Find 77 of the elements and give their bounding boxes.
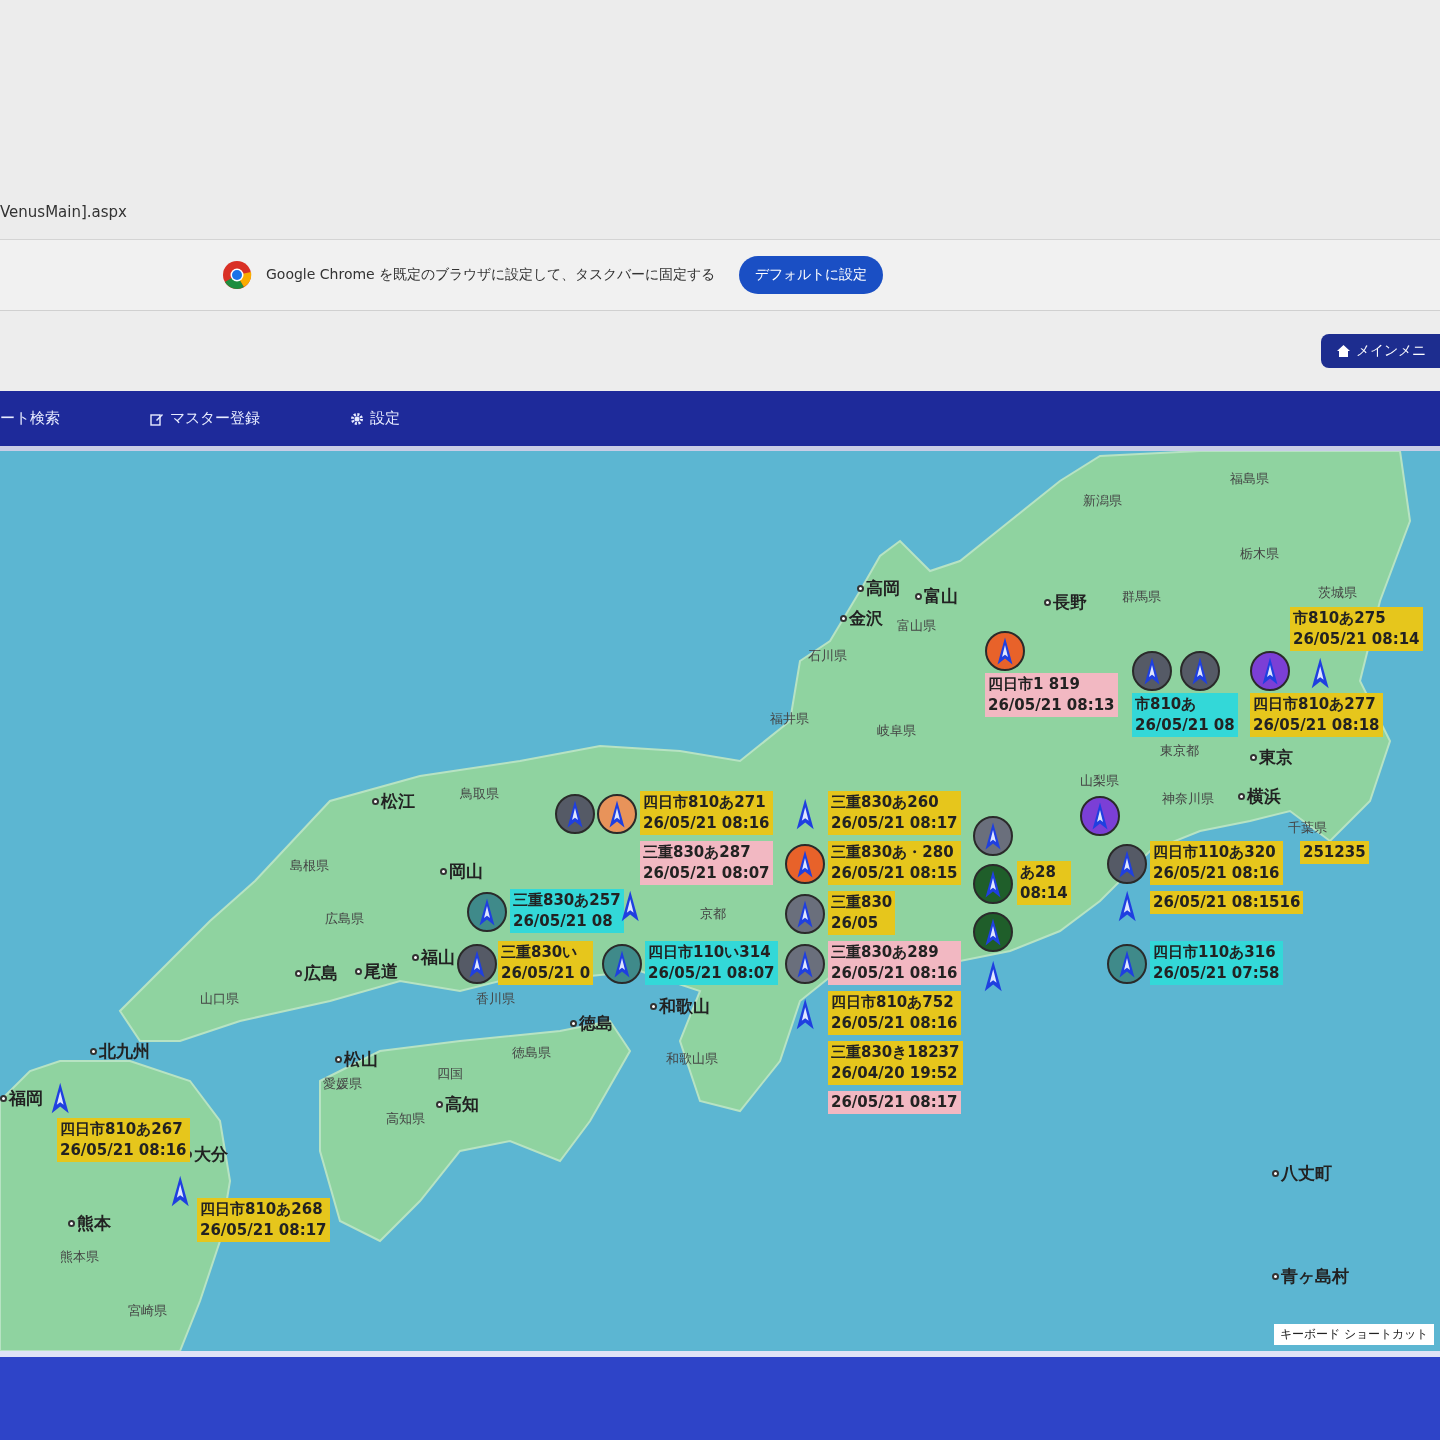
place-label: 和歌山県 <box>666 1051 718 1067</box>
vehicle-label: 三重830き18237 26/04/20 19:52 <box>828 1041 963 1085</box>
vehicle-label: 26/05/21 08:17 <box>828 1091 961 1114</box>
vehicle-label: 三重830あ・280 26/05/21 08:15 <box>828 841 961 885</box>
vehicle-label: 四日市810あ277 26/05/21 08:18 <box>1250 693 1383 737</box>
place-label: 高知 <box>436 1094 479 1115</box>
vehicle-label: 三重830 26/05 <box>828 891 896 935</box>
nav-link[interactable]: マスター登録 <box>150 409 260 428</box>
nav-link[interactable]: ート検索 <box>0 409 60 428</box>
vehicle-label: 四日市810あ271 26/05/21 08:16 <box>640 791 773 835</box>
vehicle-label: 三重830あ287 26/05/21 08:07 <box>640 841 773 885</box>
vehicle-label: 三重830あ260 26/05/21 08:17 <box>828 791 961 835</box>
place-label: 金沢 <box>840 608 883 629</box>
place-label: 岐阜県 <box>877 723 916 739</box>
place-label: 四国 <box>437 1066 463 1082</box>
place-label: 長野 <box>1044 592 1087 613</box>
place-label: 岡山 <box>440 861 483 882</box>
place-label: 群馬県 <box>1122 589 1161 605</box>
place-label: 福井県 <box>770 711 809 727</box>
vehicle-label: 四日市110あ316 26/05/21 07:58 <box>1150 941 1283 985</box>
place-label: 新潟県 <box>1083 493 1122 509</box>
page-url: VenusMain].aspx <box>0 203 127 221</box>
place-label: 宮崎県 <box>128 1303 167 1319</box>
nav-link[interactable]: 設定 <box>350 409 400 428</box>
place-label: 青ヶ島村 <box>1272 1266 1349 1287</box>
place-label: 和歌山 <box>650 996 710 1017</box>
place-label: 広島県 <box>325 911 364 927</box>
place-label: 富山県 <box>897 618 936 634</box>
vehicle-label: 四日市810あ268 26/05/21 08:17 <box>197 1198 330 1242</box>
vehicle-label: 市810あ 26/05/21 08 <box>1132 693 1238 737</box>
place-label: 尾道 <box>355 961 398 982</box>
place-label: 茨城県 <box>1318 585 1357 601</box>
place-label: 北九州 <box>90 1041 150 1062</box>
place-label: 高知県 <box>386 1111 425 1127</box>
place-label: 熊本県 <box>60 1249 99 1265</box>
vehicle-label: 三重830い 26/05/21 0 <box>498 941 594 985</box>
place-label: 山梨県 <box>1080 773 1119 789</box>
vehicle-label: 市810あ275 26/05/21 08:14 <box>1290 607 1423 651</box>
place-label: 横浜 <box>1238 786 1281 807</box>
place-label: 鳥取県 <box>460 786 499 802</box>
place-label: 富山 <box>915 586 958 607</box>
place-label: 松山 <box>335 1049 378 1070</box>
place-label: 福岡 <box>0 1088 43 1109</box>
place-label: 東京都 <box>1160 743 1199 759</box>
place-label: 広島 <box>295 963 338 984</box>
vehicle-label: 26/05/21 08:1516 <box>1150 891 1304 914</box>
place-label: 徳島 <box>570 1013 613 1034</box>
vehicle-label: 四日市1 819 26/05/21 08:13 <box>985 673 1118 717</box>
place-label: 山口県 <box>200 991 239 1007</box>
place-label: 福山 <box>412 947 455 968</box>
vehicle-label: あ28 08:14 <box>1017 861 1071 905</box>
vehicle-label: 251235 <box>1300 841 1369 864</box>
place-label: 島根県 <box>290 858 329 874</box>
place-label: 栃木県 <box>1240 546 1279 562</box>
place-label: 東京 <box>1250 747 1293 768</box>
place-label: 神奈川県 <box>1162 791 1214 807</box>
place-label: 香川県 <box>476 991 515 1007</box>
place-label: 福島県 <box>1230 471 1269 487</box>
set-default-button[interactable]: デフォルトに設定 <box>739 256 884 294</box>
place-label: 京都 <box>700 906 726 922</box>
vehicle-label: 四日市810あ267 26/05/21 08:16 <box>57 1118 190 1162</box>
vehicle-label: 三重830あ289 26/05/21 08:16 <box>828 941 961 985</box>
vehicle-label: 四日市110あ320 26/05/21 08:16 <box>1150 841 1283 885</box>
place-label: 徳島県 <box>512 1045 551 1061</box>
main-menu-button[interactable]: メインメニ <box>1321 334 1440 368</box>
place-label: 八丈町 <box>1272 1163 1332 1184</box>
place-label: 高岡 <box>857 578 900 599</box>
place-label: 石川県 <box>808 648 847 664</box>
place-label: 千葉県 <box>1288 820 1327 836</box>
vehicle-label: 三重830あ257 26/05/21 08 <box>510 889 624 933</box>
banner-message: Google Chrome を既定のブラウザに設定して、タスクバーに固定する <box>266 266 716 284</box>
keyboard-shortcuts-link[interactable]: キーボード ショートカット <box>1274 1324 1434 1345</box>
place-label: 愛媛県 <box>323 1076 362 1092</box>
place-label: 松江 <box>372 791 415 812</box>
vehicle-label: 四日市110い314 26/05/21 08:07 <box>645 941 778 985</box>
vehicle-label: 四日市810あ752 26/05/21 08:16 <box>828 991 961 1035</box>
place-label: 熊本 <box>68 1213 111 1234</box>
